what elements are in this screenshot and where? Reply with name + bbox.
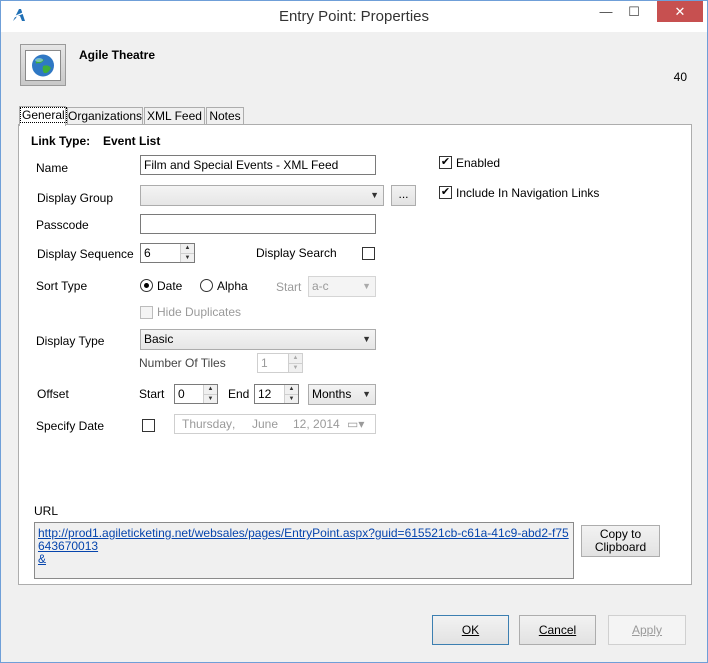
spin-down-icon[interactable]: ▼ — [204, 394, 217, 403]
link-type-value: Event List — [103, 134, 161, 148]
display-sequence-label: Display Sequence — [37, 247, 134, 261]
alpha-start-select[interactable]: a-c ▼ — [308, 276, 376, 297]
display-sequence-stepper[interactable]: 6 ▲ ▼ — [140, 243, 195, 263]
spin-down-icon[interactable]: ▼ — [181, 253, 194, 262]
spin-up-icon[interactable]: ▲ — [204, 385, 217, 394]
cancel-button[interactable]: Cancel — [519, 615, 596, 645]
chevron-down-icon: ▼ — [370, 190, 379, 200]
display-group-select[interactable]: ▼ — [140, 185, 384, 206]
name-label: Name — [36, 161, 69, 175]
entry-point-url-link[interactable]: http://prod1.agileticketing.net/websales… — [38, 526, 569, 553]
display-search-checkbox[interactable] — [362, 247, 375, 260]
minimize-button[interactable]: — — [593, 1, 619, 22]
sort-type-label: Sort Type — [36, 279, 88, 293]
organization-title: Agile Theatre — [79, 48, 156, 62]
specify-date-label: Specify Date — [36, 419, 105, 433]
sort-date-label: Date — [157, 279, 183, 293]
spin-down-icon[interactable]: ▼ — [285, 394, 298, 403]
spin-up-icon[interactable]: ▲ — [289, 354, 302, 363]
hide-duplicates-label: Hide Duplicates — [157, 305, 242, 319]
copy-to-clipboard-button[interactable]: Copy to Clipboard — [581, 525, 660, 557]
start-label: Start — [276, 280, 302, 294]
close-button[interactable]: ✕ — [657, 1, 703, 22]
offset-unit-select[interactable]: Months ▼ — [308, 384, 376, 405]
ok-button[interactable]: OK — [432, 615, 509, 645]
chevron-down-icon: ▼ — [362, 389, 371, 399]
sort-date-radio[interactable] — [140, 279, 153, 292]
check-icon: ✔ — [440, 186, 451, 198]
hide-duplicates-checkbox[interactable] — [140, 306, 153, 319]
link-type-label: Link Type: — [31, 134, 91, 148]
enabled-checkbox[interactable]: ✔ — [439, 156, 452, 169]
spin-up-icon[interactable]: ▲ — [285, 385, 298, 394]
tab-organizations[interactable]: Organizations — [67, 107, 143, 125]
url-continuation[interactable]: & — [38, 552, 46, 566]
url-label: URL — [34, 504, 59, 518]
maximize-button[interactable]: ☐ — [621, 1, 647, 22]
offset-start-label: Start — [139, 387, 165, 401]
offset-end-stepper[interactable]: 12 ▲ ▼ — [254, 384, 299, 404]
entry-point-icon — [20, 44, 66, 86]
url-box[interactable]: http://prod1.agileticketing.net/websales… — [34, 522, 574, 579]
enabled-label: Enabled — [456, 156, 501, 170]
offset-end-label: End — [228, 387, 250, 401]
name-input[interactable]: Film and Special Events - XML Feed — [140, 155, 376, 175]
offset-start-stepper[interactable]: 0 ▲ ▼ — [174, 384, 218, 404]
check-icon: ✔ — [440, 156, 451, 168]
display-search-label: Display Search — [256, 246, 337, 260]
tab-notes[interactable]: Notes — [206, 107, 244, 125]
tab-general[interactable]: General — [19, 106, 67, 126]
display-group-label: Display Group — [37, 191, 114, 205]
specify-date-checkbox[interactable] — [142, 419, 155, 432]
chevron-down-icon: ▼ — [362, 334, 371, 344]
sort-alpha-label: Alpha — [217, 279, 248, 293]
display-group-browse-button[interactable]: ... — [391, 185, 416, 206]
include-nav-checkbox[interactable]: ✔ — [439, 186, 452, 199]
offset-label: Offset — [37, 387, 69, 401]
properties-window: Entry Point: Properties — ☐ ✕ Agile Thea… — [0, 0, 708, 663]
display-type-select[interactable]: Basic ▼ — [140, 329, 376, 350]
sort-alpha-radio[interactable] — [200, 279, 213, 292]
tab-xml-feed[interactable]: XML Feed — [144, 107, 205, 125]
calendar-icon[interactable]: ▭▾ — [347, 415, 364, 433]
passcode-input[interactable] — [140, 214, 376, 234]
chevron-down-icon: ▼ — [362, 281, 371, 291]
include-nav-label: Include In Navigation Links — [456, 186, 600, 200]
display-type-label: Display Type — [36, 334, 105, 348]
number-of-tiles-label: Number Of Tiles — [139, 356, 226, 370]
spin-down-icon[interactable]: ▼ — [289, 363, 302, 372]
passcode-label: Passcode — [36, 218, 89, 232]
title-bar[interactable]: Entry Point: Properties — ☐ ✕ — [1, 1, 707, 32]
entry-point-id: 40 — [673, 70, 687, 84]
spin-up-icon[interactable]: ▲ — [181, 244, 194, 253]
globe-icon — [32, 54, 54, 77]
number-of-tiles-stepper[interactable]: 1 ▲ ▼ — [257, 353, 303, 373]
apply-button[interactable]: Apply — [608, 615, 686, 645]
specify-date-picker[interactable]: Thursday , June 12, 2014 ▭▾ — [174, 414, 376, 434]
